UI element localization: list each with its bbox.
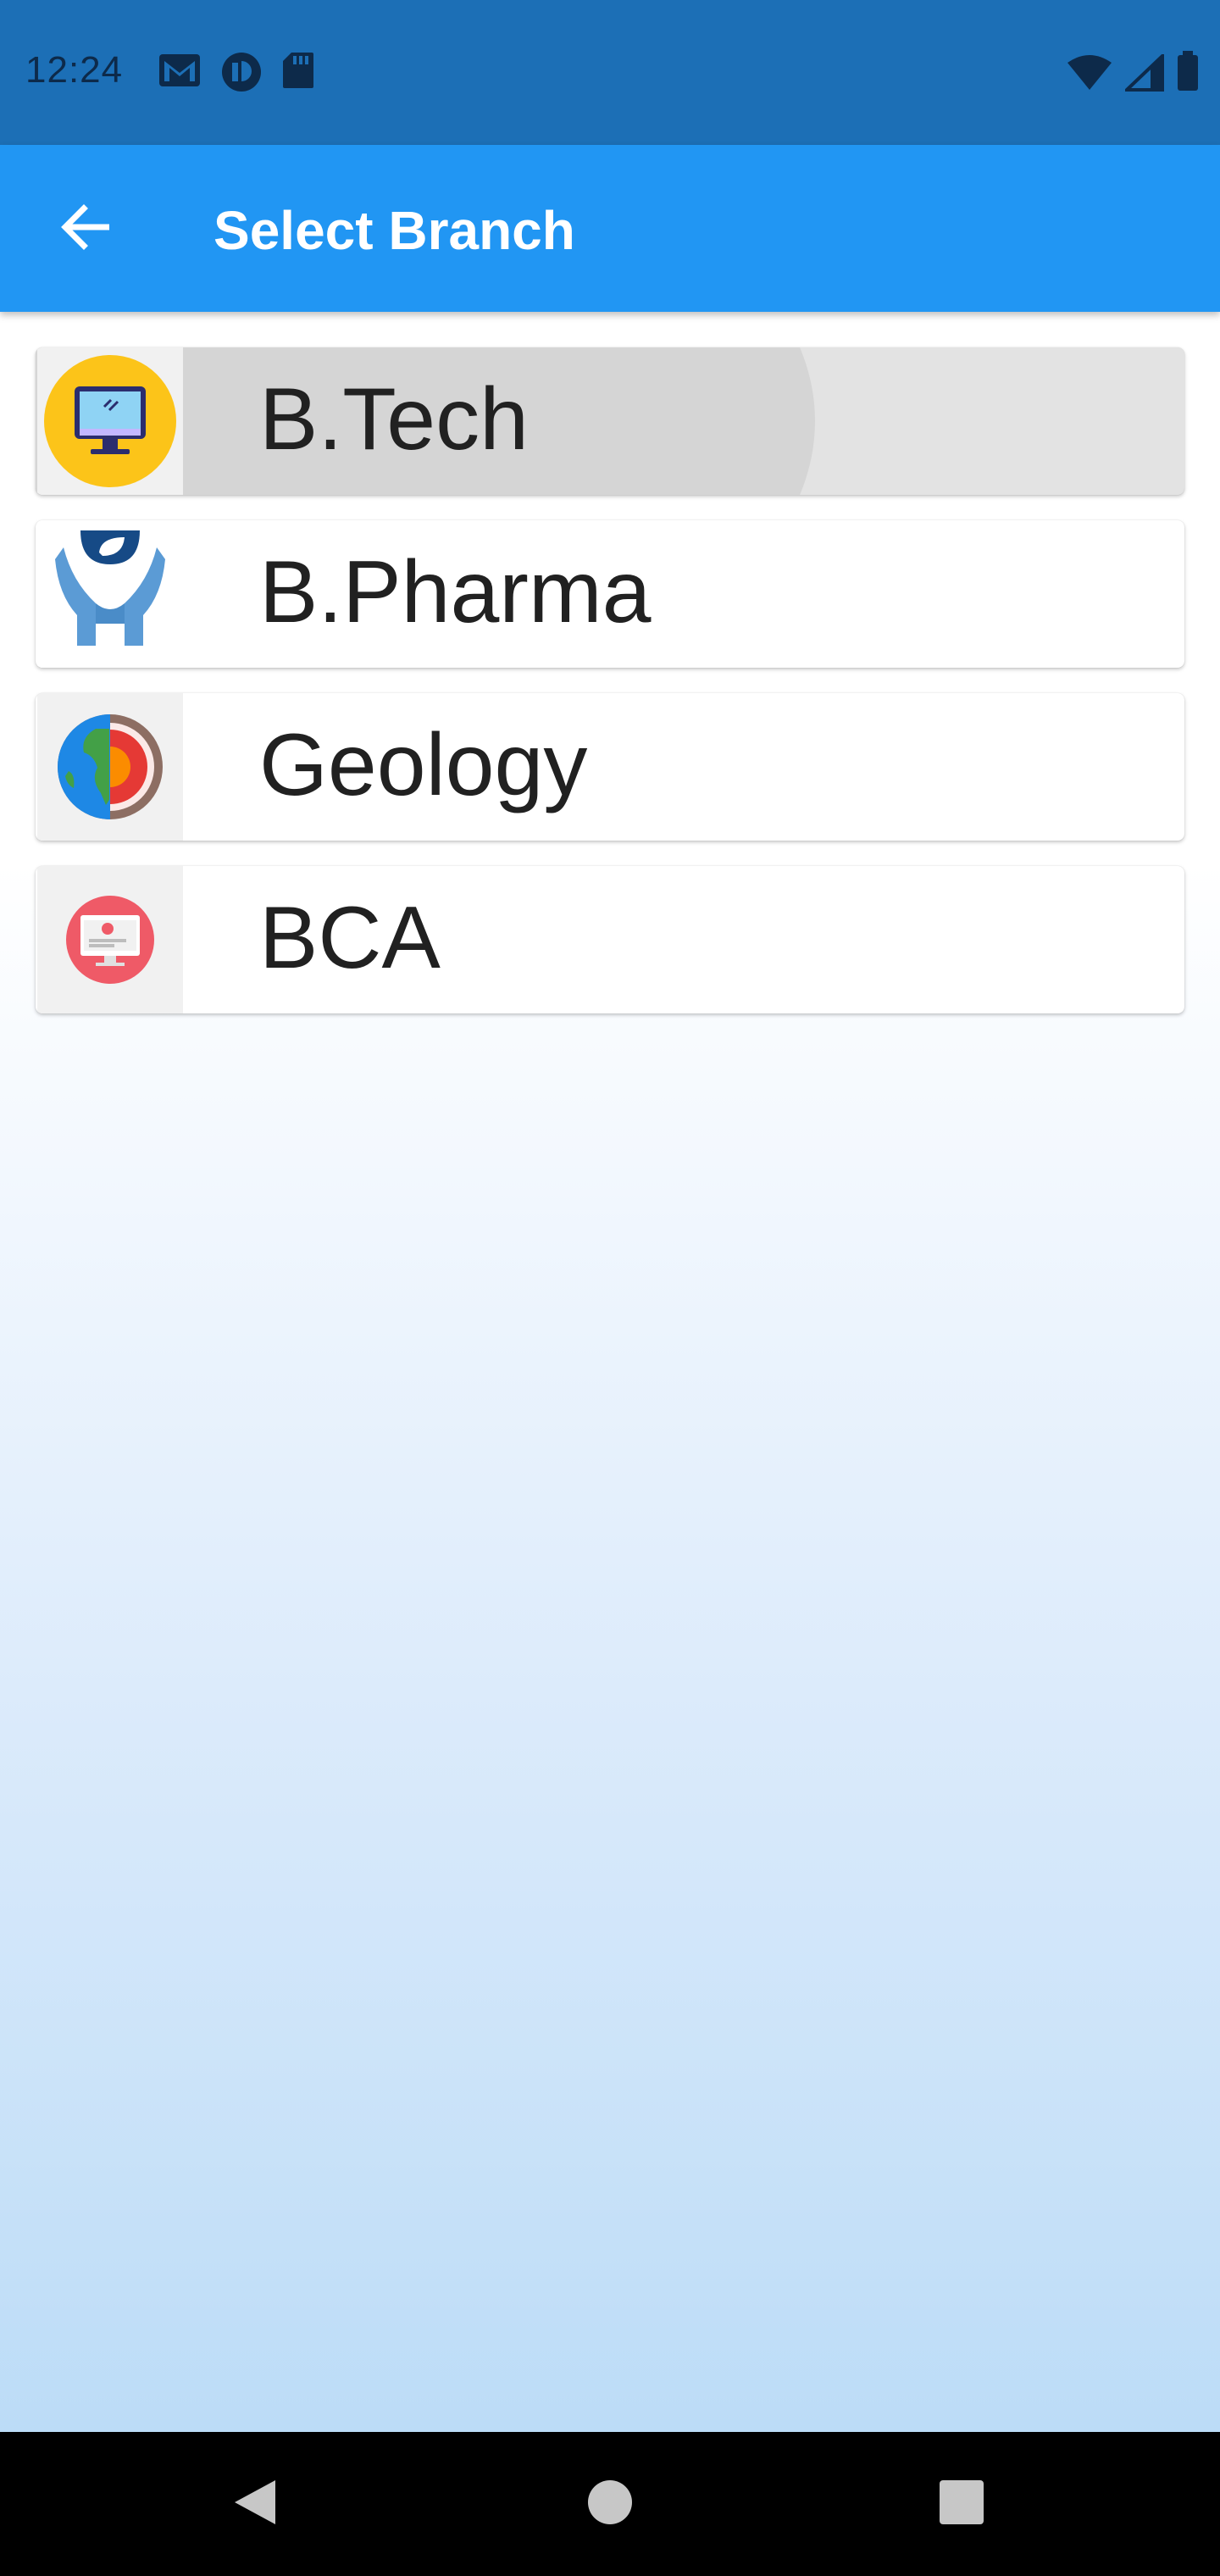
branch-label-btech: B.Tech (259, 370, 529, 469)
branch-card-btech[interactable]: B.Tech (36, 347, 1184, 495)
home-circle-icon (586, 2479, 634, 2530)
branch-card-bpharma[interactable]: B.Pharma (36, 520, 1184, 668)
status-icons-right (1066, 51, 1200, 96)
back-triangle-icon (231, 2477, 279, 2532)
hands-leaf-icon (37, 520, 183, 668)
signal-icon (1123, 52, 1164, 96)
arrow-back-icon (58, 203, 113, 255)
wifi-icon (1066, 54, 1113, 96)
battery-icon (1176, 51, 1200, 96)
branch-label-geology: Geology (259, 716, 588, 814)
branch-list-area: B.Tech B.Pharma Geology BCA (0, 312, 1220, 2432)
app-notification-icon (220, 51, 263, 97)
back-button[interactable] (47, 191, 124, 267)
status-bar: 12:24 (0, 0, 1220, 145)
nav-home-button[interactable] (572, 2466, 648, 2542)
recents-square-icon (938, 2479, 985, 2530)
nav-back-button[interactable] (217, 2466, 293, 2542)
branch-card-bca[interactable]: BCA (36, 866, 1184, 1013)
branch-label-bca: BCA (259, 889, 441, 987)
system-nav-bar (0, 2432, 1220, 2576)
status-icons-left (158, 51, 315, 97)
branch-label-bpharma: B.Pharma (259, 543, 652, 641)
app-bar: Select Branch (0, 145, 1220, 312)
status-time: 12:24 (25, 49, 124, 91)
gmail-icon (158, 51, 202, 97)
page-title: Select Branch (214, 200, 575, 261)
earth-layers-icon (37, 693, 183, 841)
branch-card-geology[interactable]: Geology (36, 693, 1184, 841)
nav-recents-button[interactable] (923, 2466, 1000, 2542)
computer-monitor-icon (37, 347, 183, 495)
sd-card-icon (281, 51, 315, 97)
computer-screen-icon (37, 866, 183, 1013)
